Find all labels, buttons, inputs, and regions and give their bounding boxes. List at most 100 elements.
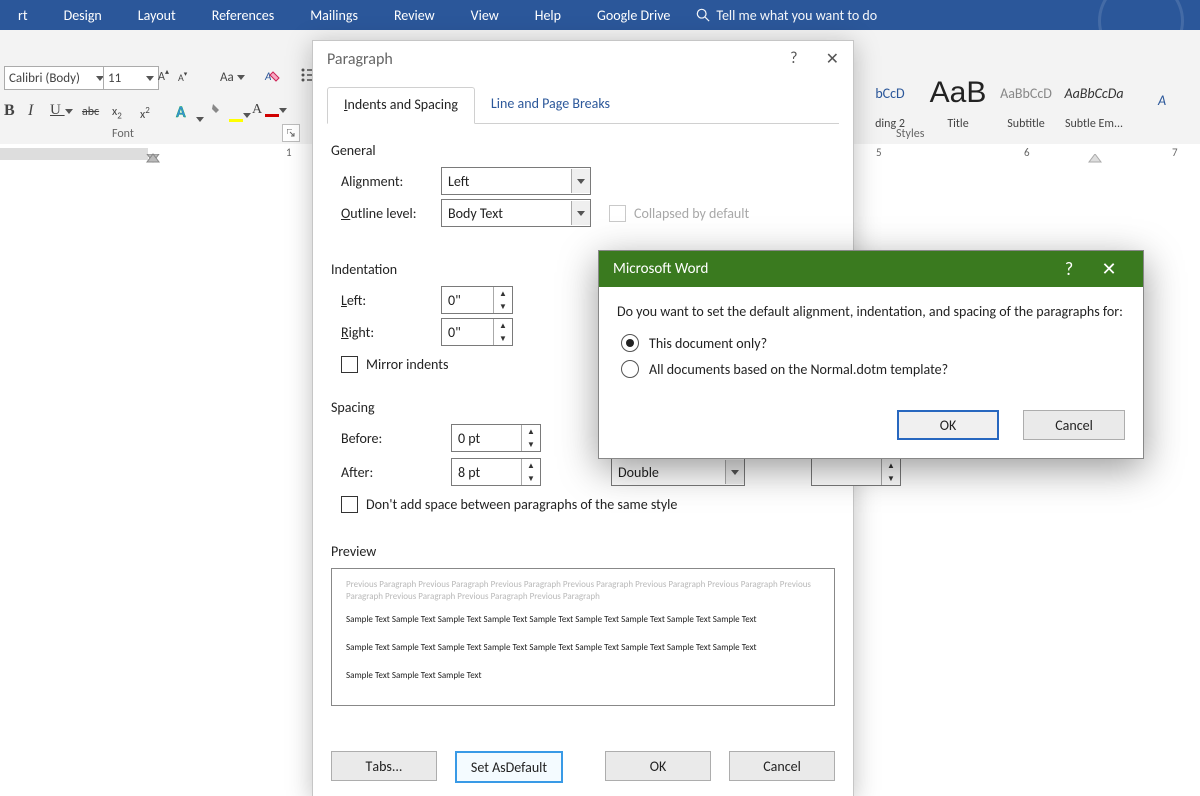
ruler-number: 6 (1024, 146, 1030, 159)
style-subtle-emphasis[interactable]: AaBbCcDaSubtle Em... (1062, 69, 1126, 131)
underline-button[interactable]: U (50, 102, 73, 119)
ruler-number: 7 (1172, 146, 1178, 159)
style-more[interactable]: A (1130, 76, 1194, 124)
italic-button[interactable]: I (28, 102, 33, 120)
font-size-combo[interactable]: 11 (103, 66, 159, 90)
ribbon-tab-design[interactable]: Design (46, 7, 120, 24)
after-spinner[interactable]: 8 pt▲▼ (451, 458, 541, 486)
alignment-select[interactable]: Left (441, 167, 591, 195)
confirm-ok-button[interactable]: OK (897, 410, 999, 440)
indent-right-spinner[interactable]: 0"▲▼ (441, 318, 513, 346)
tell-me-search[interactable]: Tell me what you want to do (696, 7, 877, 24)
ribbon-tab-help[interactable]: Help (517, 7, 579, 24)
radio-all-documents-label: All documents based on the Normal.dotm t… (649, 361, 948, 378)
outline-value: Body Text (448, 205, 503, 222)
chevron-down-icon (279, 108, 287, 113)
text-effects-button[interactable]: A (174, 100, 204, 126)
ruler-number: 1 (286, 146, 292, 159)
highlighter-icon (210, 102, 226, 118)
ribbon-tab-insert[interactable]: rt (0, 7, 46, 24)
close-icon[interactable]: ✕ (826, 49, 839, 69)
preview-sample-line: Sample Text Sample Text Sample Text Samp… (346, 610, 820, 630)
font-dialog-launcher[interactable] (282, 124, 300, 142)
no-space-same-style-checkbox[interactable] (341, 496, 358, 513)
radio-all-documents[interactable] (621, 360, 639, 378)
font-family-combo[interactable]: Calibri (Body) (4, 66, 109, 90)
clear-formatting-button[interactable]: A (264, 66, 282, 88)
section-general: General (331, 142, 835, 159)
tabs-button[interactable]: Tabs... (331, 751, 437, 781)
superscript-button[interactable]: x2 (140, 105, 150, 122)
preview-sample-line: Sample Text Sample Text Sample Text Samp… (346, 638, 820, 658)
help-icon[interactable]: ? (1049, 258, 1089, 280)
tab-line-page-breaks[interactable]: Line and Page Breaks (475, 87, 626, 123)
preview-box: Previous Paragraph Previous Paragraph Pr… (331, 568, 835, 706)
confirm-question: Do you want to set the default alignment… (617, 303, 1125, 320)
radio-this-document[interactable] (621, 334, 639, 352)
ribbon-tab-layout[interactable]: Layout (120, 7, 194, 24)
ribbon-tab-mailings[interactable]: Mailings (292, 7, 376, 24)
chevron-down-icon (196, 117, 204, 122)
ribbon-tab-googledrive[interactable]: Google Drive (579, 7, 688, 24)
style-title[interactable]: AaBTitle (926, 69, 990, 131)
shrink-font-button[interactable]: A▾ (178, 66, 187, 88)
close-icon[interactable]: ✕ (1089, 258, 1129, 280)
bold-button[interactable]: B (4, 102, 15, 120)
font-color-button[interactable]: A (252, 102, 287, 118)
ribbon-tab-references[interactable]: References (194, 7, 292, 24)
chevron-down-icon (65, 109, 73, 114)
style-label: Subtitle (994, 117, 1058, 131)
collapsed-label: Collapsed by default (634, 205, 749, 222)
no-space-label: Don't add space between paragraphs of th… (366, 496, 677, 513)
ok-button[interactable]: OK (605, 751, 711, 781)
section-preview: Preview (331, 543, 835, 560)
radio-dot (626, 339, 634, 347)
strikethrough-button[interactable]: abc (82, 105, 99, 119)
chevron-down-icon (237, 75, 245, 80)
alignment-value: Left (448, 173, 469, 190)
style-preview: A (1130, 76, 1194, 124)
font-size-value: 11 (108, 71, 121, 86)
cancel-button[interactable]: Cancel (729, 751, 835, 781)
outline-level-select[interactable]: Body Text (441, 199, 591, 227)
ruler-number: 5 (876, 146, 882, 159)
indent-right-label: Right: (331, 324, 441, 341)
change-case-button[interactable]: Aa (220, 66, 245, 88)
ribbon-tabs: rt Design Layout References Mailings Rev… (0, 0, 1200, 30)
subscript-button[interactable]: x2 (112, 105, 122, 121)
confirm-title: Microsoft Word (613, 260, 708, 278)
at-spinner[interactable]: ▲▼ (811, 458, 901, 486)
chevron-down-icon (146, 76, 154, 81)
dialog-buttons: Tabs... Set As Default OK Cancel (313, 751, 853, 783)
line-spacing-value: Double (618, 464, 659, 481)
mirror-indents-label: Mirror indents (366, 356, 448, 373)
ribbon-tab-view[interactable]: View (453, 7, 517, 24)
style-subtitle[interactable]: AaBbCcDSubtitle (994, 69, 1058, 131)
highlight-button[interactable] (210, 102, 251, 122)
hanging-indent-marker[interactable] (146, 146, 160, 164)
grow-font-button[interactable]: A▴ (158, 66, 169, 88)
dialog-title: Paragraph (327, 50, 393, 69)
mirror-indents-checkbox[interactable] (341, 356, 358, 373)
style-heading2[interactable]: bCcDding 2 (858, 69, 922, 131)
indent-left-spinner[interactable]: 0"▲▼ (441, 286, 513, 314)
set-as-default-button[interactable]: Set As Default (455, 751, 563, 783)
help-icon[interactable]: ? (790, 49, 797, 69)
indent-left-value: 0" (442, 292, 493, 309)
eraser-icon: A (264, 68, 282, 86)
tab-indents-spacing[interactable]: IIndents and Spacingndents and Spacing (327, 87, 475, 124)
right-indent-marker[interactable] (1088, 154, 1102, 164)
style-label: Subtle Em... (1062, 117, 1126, 131)
style-preview: bCcD (858, 69, 922, 117)
radio-this-document-label: This document only? (649, 335, 767, 352)
outline-label: Outline level: (331, 205, 441, 222)
dialog-launcher-icon (287, 129, 295, 137)
confirm-cancel-button[interactable]: Cancel (1023, 410, 1125, 440)
ribbon-tab-review[interactable]: Review (376, 7, 453, 24)
confirm-titlebar: Microsoft Word ? ✕ (599, 251, 1143, 287)
preview-sample-line: Sample Text Sample Text Sample Text (346, 666, 820, 686)
line-spacing-select[interactable]: Double (611, 458, 745, 486)
group-label-styles: Styles (896, 127, 924, 141)
style-label: Title (926, 117, 990, 131)
before-spinner[interactable]: 0 pt▲▼ (451, 424, 541, 452)
